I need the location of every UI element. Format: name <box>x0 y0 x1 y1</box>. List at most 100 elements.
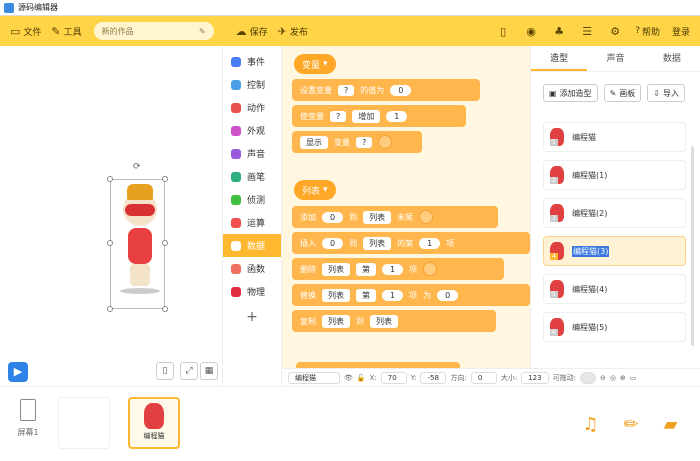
list-dropdown[interactable]: 列表 <box>322 288 350 302</box>
index-input[interactable]: 1 <box>382 289 404 301</box>
fullscreen-icon[interactable]: ⤢ <box>180 362 198 380</box>
costume-item[interactable]: 3 编程猫(2) <box>543 198 686 228</box>
zoom-reset-icon[interactable]: ◎ <box>610 374 616 382</box>
paint-button[interactable]: ✎ 画板 <box>603 84 642 102</box>
order-dropdown[interactable]: 第 <box>356 288 376 302</box>
stage[interactable]: ⟳ ▶ ▯ ⤢ ▦ <box>0 46 222 386</box>
scrollbar[interactable] <box>691 146 694 346</box>
music-icon[interactable]: ♫ <box>582 414 598 435</box>
pencil-icon[interactable]: ✏ <box>624 414 639 435</box>
category-item[interactable]: 侦测 <box>223 188 281 211</box>
category-item[interactable]: 物理 <box>223 280 281 303</box>
list-dropdown[interactable]: 列表 <box>322 314 350 328</box>
show-dropdown[interactable]: 显示 <box>300 135 328 149</box>
publish-button[interactable]: ✈ 发布 <box>278 25 308 38</box>
value-input[interactable]: 0 <box>322 237 344 249</box>
direction-field[interactable]: 0 <box>470 371 497 384</box>
y-field[interactable]: -58 <box>420 371 447 384</box>
toggle-circle-icon[interactable] <box>378 135 393 149</box>
resize-handle[interactable] <box>162 240 168 246</box>
help-button[interactable]: ? 帮助 <box>635 25 660 38</box>
change-variable-block[interactable]: 使变量 ? 增加 1 <box>292 105 466 127</box>
lock-icon[interactable]: 🔓 <box>357 374 366 382</box>
preview-icon[interactable]: ◉ <box>517 25 545 38</box>
sprite-name-field[interactable]: 编程猫 <box>288 371 340 384</box>
toggle-circle-icon[interactable] <box>419 210 434 224</box>
costume-item[interactable]: 2 编程猫(1) <box>543 160 686 190</box>
device-icon[interactable]: ▯ <box>156 362 174 380</box>
category-item[interactable]: 事件 <box>223 50 281 73</box>
collapse-icon[interactable]: ▭ <box>630 374 637 382</box>
category-item[interactable]: 声音 <box>223 142 281 165</box>
add-category-button[interactable]: + <box>223 309 281 325</box>
costume-item[interactable]: 5 编程猫(4) <box>543 274 686 304</box>
x-field[interactable]: 70 <box>380 371 407 384</box>
variable-dropdown[interactable]: ? <box>330 110 347 122</box>
list-dropdown[interactable]: 列表 <box>363 210 392 224</box>
costume-name[interactable]: 编程猫(3) <box>572 245 610 257</box>
phone-icon[interactable]: ▯ <box>489 25 517 38</box>
empty-sprite-slot[interactable] <box>58 397 110 449</box>
resize-handle[interactable] <box>162 306 168 312</box>
variable-dropdown[interactable]: ? <box>338 84 355 96</box>
grid-icon[interactable]: ▦ <box>200 362 218 380</box>
delete-list-block[interactable]: 删除 列表 第 1 项 <box>292 258 504 280</box>
list-dropdown[interactable]: 列表 <box>363 236 392 250</box>
add-to-list-block[interactable]: 添加 0 到 列表 末尾 <box>292 206 498 228</box>
value-input[interactable]: 0 <box>390 84 412 96</box>
size-field[interactable]: 123 <box>521 371 549 384</box>
community-icon[interactable]: ♣ <box>545 25 573 38</box>
screen-item[interactable]: 屏幕1 <box>12 399 44 438</box>
login-button[interactable]: 登录 <box>672 25 690 38</box>
costume-item[interactable]: 6 编程猫(5) <box>543 312 686 342</box>
value-input[interactable]: 1 <box>386 110 408 122</box>
add-costume-button[interactable]: ▣ 添加造型 <box>543 84 598 102</box>
resize-handle[interactable] <box>107 176 113 182</box>
draggable-toggle[interactable] <box>579 371 596 384</box>
value-input[interactable]: 0 <box>322 211 344 223</box>
folder-add-icon[interactable]: ▰ <box>664 414 678 435</box>
replace-list-block[interactable]: 替换 列表 第 1 项 为 0 <box>292 284 530 306</box>
category-item[interactable]: 运算 <box>223 211 281 234</box>
rotate-handle-icon[interactable]: ⟳ <box>133 162 141 172</box>
list-dropdown[interactable]: 列表 <box>322 262 350 276</box>
file-menu[interactable]: ▭ 文件 <box>10 25 41 38</box>
variable-dropdown[interactable]: ? <box>356 136 373 148</box>
project-name-input[interactable]: 新的作品 ✎ <box>93 22 214 40</box>
import-button[interactable]: ⇩ 导入 <box>647 84 685 102</box>
tab-costume[interactable]: 造型 <box>531 46 588 71</box>
sprite-cat[interactable] <box>120 184 160 304</box>
category-item[interactable]: 数据 <box>223 234 281 257</box>
toggle-circle-icon[interactable] <box>423 262 438 276</box>
category-item[interactable]: 函数 <box>223 257 281 280</box>
copy-list-block[interactable]: 复制 列表 到 列表 <box>292 310 496 332</box>
order-dropdown[interactable]: 第 <box>356 262 376 276</box>
code-palette[interactable]: 变量 ▾ 设置变量 ? 的值为 0 使变量 ? 增加 1 显示 变量 ? 列表 ▾ … <box>282 46 530 386</box>
set-variable-block[interactable]: 设置变量 ? 的值为 0 <box>292 79 480 101</box>
index-input[interactable]: 1 <box>382 263 404 275</box>
gear-icon[interactable]: ⚙ <box>601 25 629 38</box>
layers-icon[interactable]: ☰ <box>573 25 601 38</box>
resize-handle[interactable] <box>107 240 113 246</box>
tools-menu[interactable]: ✎ 工具 <box>51 25 81 38</box>
costume-item[interactable]: 1 编程猫 <box>543 122 686 152</box>
zoom-out-icon[interactable]: ⊖ <box>600 374 606 382</box>
show-variable-block[interactable]: 显示 变量 ? <box>292 131 422 153</box>
list-dropdown[interactable]: 列表 <box>370 314 398 328</box>
index-input[interactable]: 1 <box>419 237 441 249</box>
play-button[interactable]: ▶ <box>8 362 28 382</box>
value-input[interactable]: 0 <box>437 289 459 301</box>
category-item[interactable]: 画笔 <box>223 165 281 188</box>
category-item[interactable]: 动作 <box>223 96 281 119</box>
tab-data[interactable]: 数据 <box>644 46 700 71</box>
eye-icon[interactable]: 👁 <box>344 374 353 382</box>
insert-list-block[interactable]: 插入 0 到 列表 的第 1 项 <box>292 232 530 254</box>
operation-dropdown[interactable]: 增加 <box>352 109 381 123</box>
costume-item[interactable]: 4 编程猫(3) <box>543 236 686 266</box>
zoom-in-icon[interactable]: ⊕ <box>620 374 626 382</box>
save-button[interactable]: ☁ 保存 <box>236 25 268 38</box>
sprite-item[interactable]: 编程猫 <box>128 397 180 449</box>
resize-handle[interactable] <box>162 176 168 182</box>
resize-handle[interactable] <box>107 306 113 312</box>
category-item[interactable]: 外观 <box>223 119 281 142</box>
